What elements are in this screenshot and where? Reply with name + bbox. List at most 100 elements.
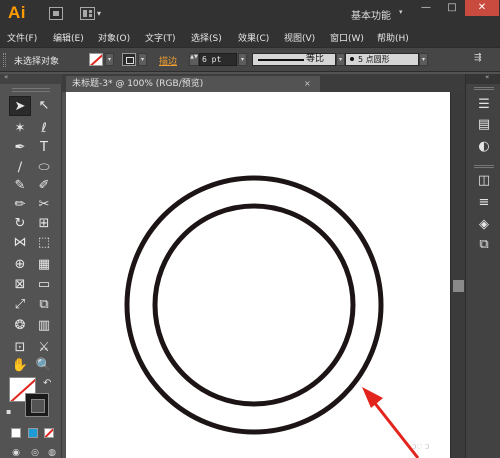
direct-selection-tool-icon[interactable]: ↖	[33, 96, 55, 116]
right-panel-dock: « ☰ ▤ ◐ ◫ ≡ ◈ ⧉	[465, 73, 500, 458]
gradient-panel-icon[interactable]: ▤	[475, 116, 493, 133]
chevron-down-icon[interactable]: ▾	[399, 8, 403, 16]
color-mode-button[interactable]	[11, 428, 21, 438]
pen-tool-icon[interactable]: ✒	[9, 138, 31, 158]
menu-type[interactable]: 文字(T)	[145, 31, 176, 44]
gradient-tool-icon[interactable]: ▭	[33, 275, 55, 295]
profile-dropdown[interactable]: ▾	[336, 53, 345, 66]
stroke-weight-stepper[interactable]: ▲▼	[189, 53, 199, 66]
magic-wand-tool-icon[interactable]: ✶	[9, 119, 31, 139]
selection-tool-icon[interactable]: ➤	[9, 96, 31, 116]
watermark-logo: ↄ◌ ↄ	[412, 441, 430, 452]
tools-panel-grip[interactable]	[12, 88, 50, 92]
perspective-grid-tool-icon[interactable]: ▦	[33, 255, 55, 275]
inner-circle[interactable]	[152, 203, 356, 407]
brush-definition[interactable]: 5 点圆形	[345, 53, 419, 66]
type-tool-icon[interactable]: T	[33, 138, 55, 158]
scrollbar-thumb[interactable]	[453, 280, 464, 292]
draw-inside-icon[interactable]: ◍	[46, 448, 58, 458]
scale-tool-icon[interactable]: ⊞	[33, 214, 55, 234]
artboard-tool-icon[interactable]: ⊡	[9, 338, 31, 358]
layers-panel-icon[interactable]: ◈	[475, 216, 493, 233]
menu-select[interactable]: 选择(S)	[191, 31, 222, 44]
symbol-sprayer-tool-icon[interactable]: ❂	[9, 316, 31, 336]
width-tool-icon[interactable]: ⋈	[9, 233, 31, 253]
rotate-tool-icon[interactable]: ↻	[9, 214, 31, 234]
ellipse-tool-icon[interactable]: ⬭	[33, 158, 55, 178]
menu-help[interactable]: 帮助(H)	[377, 31, 409, 44]
menu-bar: 文件(F) 编辑(E) 对象(O) 文字(T) 选择(S) 效果(C) 视图(V…	[0, 27, 500, 47]
chevron-down-icon[interactable]: ▾	[97, 9, 101, 18]
stroke-swatch[interactable]	[122, 53, 136, 66]
right-dock-header[interactable]: «	[466, 73, 500, 84]
blob-brush-tool-icon[interactable]: ✏	[9, 195, 31, 215]
swap-colors-icon[interactable]: ↶	[43, 378, 51, 389]
free-transform-tool-icon[interactable]: ⬚	[33, 233, 55, 253]
paintbrush-tool-icon[interactable]: ✎	[9, 176, 31, 196]
maximize-button[interactable]: □	[439, 0, 465, 16]
scissors-tool-icon[interactable]: ✂	[33, 195, 55, 215]
stroke-dropdown[interactable]: ▾	[138, 53, 147, 66]
color-panel-icon[interactable]: ◐	[475, 138, 493, 155]
brush-dropdown[interactable]: ▾	[419, 53, 428, 66]
blend-tool-icon[interactable]: ⧉	[33, 295, 55, 315]
tools-panel-header[interactable]: «	[0, 73, 62, 84]
right-dock-grip[interactable]	[474, 165, 494, 168]
default-colors-icon[interactable]: ▪	[6, 407, 11, 416]
document-tab-title: 未标题-3* @ 100% (RGB/预览)	[72, 79, 204, 89]
appearance-panel-icon[interactable]: ◫	[475, 172, 493, 189]
right-dock-grip[interactable]	[474, 87, 494, 90]
title-bar: Ai ▾ 基本功能 ▾ — □ ✕	[0, 0, 500, 27]
shape-builder-tool-icon[interactable]: ⊕	[9, 255, 31, 275]
arrange-documents-icon[interactable]	[80, 7, 95, 20]
collapse-icon[interactable]: «	[4, 73, 8, 81]
pencil-tool-icon[interactable]: ✐	[33, 176, 55, 196]
collapse-icon[interactable]: «	[485, 73, 489, 81]
close-button[interactable]: ✕	[465, 0, 499, 16]
brush-dot-icon	[350, 57, 354, 61]
document-tab[interactable]: 未标题-3* @ 100% (RGB/预览) ×	[66, 76, 320, 92]
app-logo: Ai	[8, 3, 26, 22]
grip-handle[interactable]	[3, 53, 6, 67]
vertical-scrollbar[interactable]	[450, 92, 465, 458]
fill-dropdown[interactable]: ▾	[105, 53, 114, 66]
lasso-tool-icon[interactable]: ℓ	[33, 119, 55, 139]
variable-width-profile[interactable]: 等比	[252, 53, 336, 66]
menu-file[interactable]: 文件(F)	[7, 31, 37, 44]
hand-tool-icon[interactable]: ✋	[9, 356, 31, 376]
line-segment-tool-icon[interactable]: ∕	[9, 158, 31, 178]
zoom-tool-icon[interactable]: 🔍	[33, 356, 55, 376]
slice-tool-icon[interactable]: ⚔	[33, 338, 55, 358]
canvas-area[interactable]	[62, 92, 450, 458]
layers-menu-icon[interactable]: ☰	[475, 96, 493, 113]
menu-edit[interactable]: 编辑(E)	[53, 31, 84, 44]
workspace-switcher[interactable]: 基本功能	[351, 7, 391, 22]
artboards-panel-icon[interactable]: ⧉	[475, 236, 493, 253]
stroke-weight-dropdown[interactable]: ▾	[238, 53, 247, 66]
minimize-button[interactable]: —	[413, 0, 439, 16]
artboard[interactable]	[66, 92, 450, 458]
gradient-mode-button[interactable]	[28, 428, 38, 438]
menu-effect[interactable]: 效果(C)	[238, 31, 269, 44]
draw-normal-icon[interactable]: ◉	[10, 448, 22, 458]
outer-circle[interactable]	[124, 175, 384, 435]
none-mode-button[interactable]	[44, 428, 54, 438]
control-panel-menu-icon[interactable]: ⇶	[474, 53, 482, 63]
stroke-weight-input[interactable]: 6 pt	[199, 53, 237, 66]
menu-view[interactable]: 视图(V)	[284, 31, 315, 44]
stroke-color-box[interactable]	[25, 393, 49, 417]
menu-object[interactable]: 对象(O)	[98, 31, 130, 44]
stroke-link[interactable]: 描边	[159, 54, 177, 67]
stroke-panel-icon[interactable]: ≡	[475, 194, 493, 211]
brush-label: 5 点圆形	[358, 55, 390, 64]
column-graph-tool-icon[interactable]: ▥	[33, 316, 55, 336]
profile-line	[258, 59, 304, 61]
bridge-icon[interactable]	[49, 7, 63, 20]
eyedropper-tool-icon[interactable]: ⤢	[9, 295, 31, 315]
close-tab-icon[interactable]: ×	[304, 76, 311, 92]
menu-window[interactable]: 窗口(W)	[330, 31, 364, 44]
control-bar: 未选择对象 ▾ ▾ 描边 ▲▼ 6 pt ▾ 等比 ▾ 5 点圆形 ▾ ⇶	[0, 47, 500, 72]
fill-swatch[interactable]	[89, 53, 103, 66]
mesh-tool-icon[interactable]: ⊠	[9, 275, 31, 295]
draw-behind-icon[interactable]: ◎	[29, 448, 41, 458]
